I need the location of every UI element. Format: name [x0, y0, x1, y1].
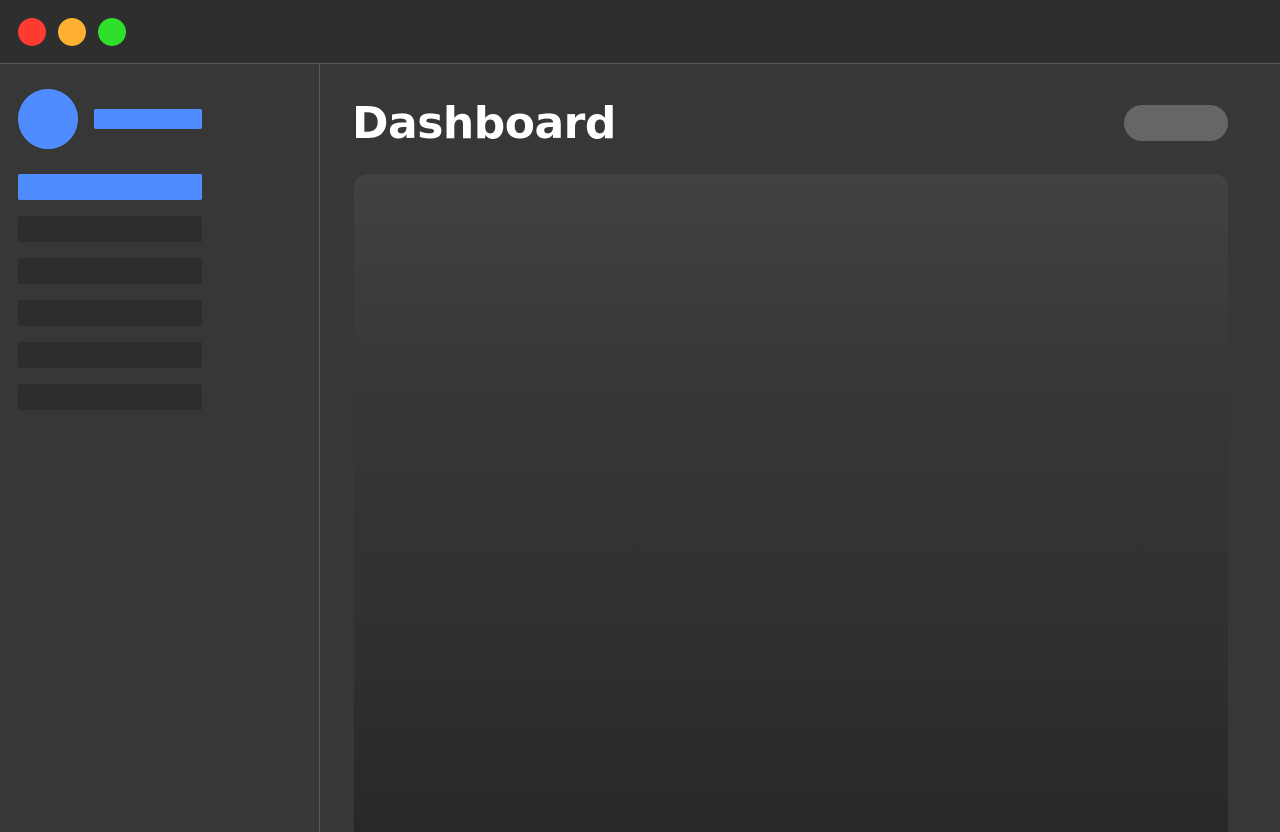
sidebar-item-4[interactable] [18, 300, 202, 326]
header-action-button[interactable] [1124, 105, 1228, 141]
title-bar [0, 0, 1280, 64]
sidebar-item-2[interactable] [18, 216, 202, 242]
page-title: Dashboard [352, 98, 616, 149]
close-window-button[interactable] [18, 18, 46, 46]
sidebar-item-5[interactable] [18, 342, 202, 368]
sidebar-item-6[interactable] [18, 384, 202, 410]
avatar[interactable] [18, 89, 78, 149]
sidebar [0, 64, 320, 832]
sidebar-item-3[interactable] [18, 258, 202, 284]
profile-name-placeholder [94, 109, 202, 129]
minimize-window-button[interactable] [58, 18, 86, 46]
zoom-window-button[interactable] [98, 18, 126, 46]
app-window: Dashboard [0, 0, 1280, 832]
content-card [354, 174, 1228, 832]
sidebar-item-1[interactable] [18, 174, 202, 200]
main-content: Dashboard [320, 64, 1280, 832]
